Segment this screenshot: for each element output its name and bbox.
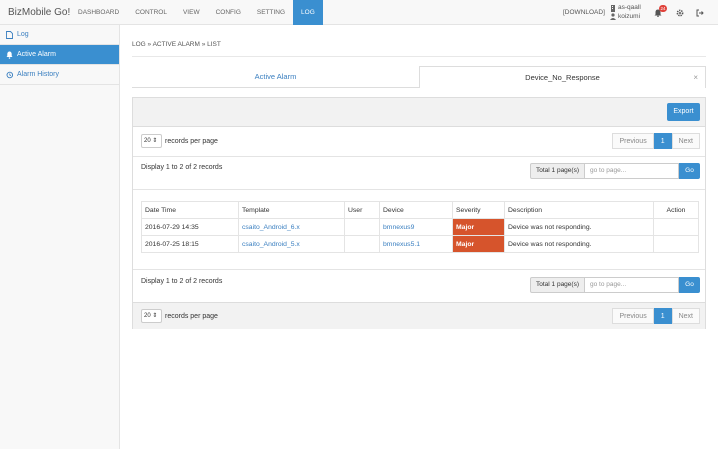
alarm-table: Date Time Template User Device Severity … [141,201,699,253]
table-row: 2016-07-25 18:15 csaito_Android_5.x bmne… [141,235,699,253]
sidebar-item-active-alarm[interactable]: Active Alarm [0,45,119,65]
cell-user [344,218,380,236]
cell-description: Device was not responding. [504,235,654,253]
panel-footer: 20 ⇕ records per page Previous 1 Next [133,302,705,329]
column-header[interactable]: Description [504,201,654,219]
next-button[interactable]: Next [671,133,700,149]
go-button[interactable]: Go [679,163,700,179]
goto-page-input[interactable]: go to page... [585,163,679,179]
sidebar: Log Active Alarm Alarm History [0,25,120,449]
sidebar-item-log[interactable]: Log [0,25,119,45]
org-name: as-qaall [618,4,641,11]
column-header[interactable]: Template [238,201,345,219]
cell-action [653,218,699,236]
user-info[interactable]: as-qaall koizumi [610,4,641,21]
cell-description: Device was not responding. [504,218,654,236]
severity-badge: Major [452,235,505,253]
cell-datetime: 2016-07-25 18:15 [141,235,239,253]
per-page-select[interactable]: 20 ⇕ [141,134,162,148]
pagination: Previous 1 Next [612,133,700,149]
close-icon[interactable]: × [693,67,698,88]
column-header[interactable]: Date Time [141,201,239,219]
nav-view[interactable]: VIEW [175,0,208,25]
sidebar-item-label: Log [17,31,29,38]
bell-icon [6,51,13,59]
go-button[interactable]: Go [679,277,700,293]
export-button[interactable]: Export [667,103,700,121]
top-navbar: BizMobile Go! DASHBOARD CONTROL VIEW CON… [0,0,718,25]
tab-device-no-response[interactable]: Device_No_Response × [419,66,706,88]
main-nav: DASHBOARD CONTROL VIEW CONFIG SETTING LO… [70,0,323,25]
tab-label: Device_No_Response [525,73,600,82]
column-header[interactable]: Severity [452,201,505,219]
total-pages: Total 1 page(s) [530,277,585,293]
records-per-page: 20 ⇕ records per page [141,134,218,148]
cell-action [653,235,699,253]
nav-setting[interactable]: SETTING [249,0,293,25]
per-page-label: records per page [165,312,218,320]
records-display: Display 1 to 2 of 2 records [141,164,223,171]
per-page-value: 20 [144,313,151,319]
goto-page: Total 1 page(s) go to page... Go [530,277,700,293]
sidebar-item-label: Alarm History [17,71,60,78]
cell-device-link[interactable]: bmnexus5.1 [379,235,453,253]
previous-button[interactable]: Previous [612,308,654,324]
severity-badge: Major [452,218,505,236]
cell-device-link[interactable]: bmnexus9 [379,218,453,236]
user-name: koizumi [618,12,641,20]
total-pages: Total 1 page(s) [530,163,585,179]
per-page-select[interactable]: 20 ⇕ [141,309,162,323]
sidebar-item-alarm-history[interactable]: Alarm History [0,65,119,85]
file-icon [6,30,13,39]
column-header: Action [653,201,699,219]
nav-config[interactable]: CONFIG [208,0,249,25]
nav-control[interactable]: CONTROL [127,0,175,25]
column-header[interactable]: User [344,201,380,219]
cell-user [344,235,380,253]
page-1-button[interactable]: 1 [653,308,672,324]
nav-dashboard[interactable]: DASHBOARD [70,0,127,25]
column-header[interactable]: Device [379,201,453,219]
sign-out-icon[interactable] [696,9,704,17]
cell-datetime: 2016-07-29 14:35 [141,218,239,236]
records-display: Display 1 to 2 of 2 records [141,278,223,285]
divider [133,189,705,190]
table-header-row: Date Time Template User Device Severity … [141,201,699,219]
brand-logo[interactable]: BizMobile Go! [8,7,70,18]
previous-button[interactable]: Previous [612,133,654,149]
divider [133,269,705,270]
download-link[interactable]: [DOWNLOAD] [563,9,605,16]
nav-log[interactable]: LOG [293,0,323,25]
breadcrumb: LOG » ACTIVE ALARM » LIST [132,41,221,48]
tab-bar: Active Alarm Device_No_Response × [132,66,706,88]
page-1-button[interactable]: 1 [653,133,672,149]
next-button[interactable]: Next [671,308,700,324]
sidebar-item-label: Active Alarm [17,51,56,58]
history-icon [6,71,13,78]
alarm-list-panel: Export 20 ⇕ records per page Previous 1 … [132,97,706,329]
notification-badge: 24 [659,5,667,12]
table-row: 2016-07-29 14:35 csaito_Android_6.x bmne… [141,218,699,236]
goto-page-input[interactable]: go to page... [585,277,679,293]
per-page-label: records per page [165,137,218,145]
building-icon [611,4,615,12]
panel-header: Export [133,98,705,127]
divider [133,156,705,157]
gear-icon[interactable] [676,9,684,17]
cell-template-link[interactable]: csaito_Android_6.x [238,218,345,236]
per-page-value: 20 [144,138,151,144]
user-icon [610,13,616,21]
pagination: Previous 1 Next [612,308,700,324]
records-per-page: 20 ⇕ records per page [141,309,218,323]
tab-active-alarm[interactable]: Active Alarm [132,66,419,88]
goto-page: Total 1 page(s) go to page... Go [530,163,700,179]
divider [132,56,706,57]
cell-template-link[interactable]: csaito_Android_5.x [238,235,345,253]
